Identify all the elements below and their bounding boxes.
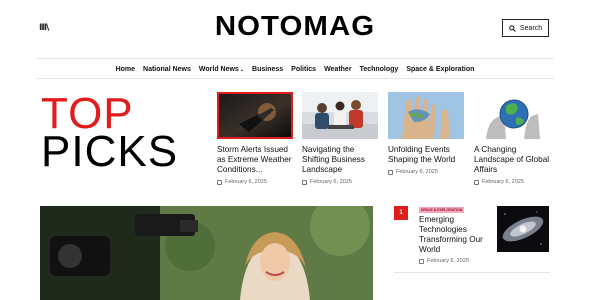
top-picks-heading: TOP PICKS xyxy=(41,92,178,174)
chevron-down-icon: ⌄ xyxy=(239,66,245,73)
article-thumbnail[interactable] xyxy=(302,92,378,139)
nav-item-national-news[interactable]: National News xyxy=(143,66,191,73)
article-thumbnail[interactable] xyxy=(217,92,293,139)
article-thumbnail[interactable] xyxy=(388,92,464,139)
article-date-text: February 6, 2025 xyxy=(310,179,352,185)
article-card[interactable]: Navigating the Shifting Business Landsca… xyxy=(302,92,378,185)
calendar-icon xyxy=(474,179,479,185)
sidebar-article-title[interactable]: Emerging Technologies Transforming Our W… xyxy=(419,215,489,255)
sidebar-article-thumbnail[interactable] xyxy=(497,206,549,252)
category-badge[interactable]: SPACE & EXPLORATION xyxy=(419,207,465,213)
search-icon xyxy=(509,24,516,32)
article-date-text: February 6, 2025 xyxy=(396,169,438,175)
calendar-icon xyxy=(388,169,393,175)
rank-number: 1 xyxy=(394,206,408,220)
article-thumbnail[interactable] xyxy=(474,92,550,139)
sidebar-article-date-text: February 6, 2025 xyxy=(427,258,469,264)
nav-item-politics[interactable]: Politics xyxy=(291,66,316,73)
article-date: February 6, 2025 xyxy=(302,179,378,185)
article-date: February 6, 2025 xyxy=(388,169,464,175)
article-date: February 6, 2025 xyxy=(474,179,550,185)
article-title[interactable]: A Changing Landscape of Global Affairs xyxy=(474,145,550,175)
nav-item-space-exploration[interactable]: Space & Exploration xyxy=(406,66,474,73)
nav-item-technology[interactable]: Technology xyxy=(360,66,399,73)
article-date-text: February 6, 2025 xyxy=(225,179,267,185)
search-button[interactable]: Search xyxy=(502,19,549,37)
nav-item-business[interactable]: Business xyxy=(252,66,283,73)
header-divider xyxy=(36,58,554,59)
article-card[interactable]: Storm Alerts Issued as Extreme Weather C… xyxy=(217,92,293,185)
main-nav: Home National News World News⌄ Business … xyxy=(0,60,590,78)
sidebar-divider xyxy=(394,272,550,273)
nav-item-world-news-label: World News xyxy=(198,65,239,73)
article-date-text: February 6, 2025 xyxy=(482,179,524,185)
calendar-icon xyxy=(419,258,424,264)
article-card[interactable]: A Changing Landscape of Global Affairs F… xyxy=(474,92,550,185)
search-label: Search xyxy=(519,24,543,32)
calendar-icon xyxy=(217,179,222,185)
article-card[interactable]: Unfolding Events Shaping the World Febru… xyxy=(388,92,464,175)
top-picks-line1: TOP xyxy=(41,89,134,138)
nav-item-weather[interactable]: Weather xyxy=(324,66,352,73)
nav-item-home[interactable]: Home xyxy=(116,66,135,73)
nav-item-world-news[interactable]: World News⌄ xyxy=(199,66,244,73)
site-header: III\ NOTOMAG Search xyxy=(0,0,590,58)
article-title[interactable]: Unfolding Events Shaping the World xyxy=(388,145,464,165)
article-date: February 6, 2025 xyxy=(217,179,293,185)
nav-divider xyxy=(36,78,554,79)
sidebar-article-date: February 6, 2025 xyxy=(419,258,469,264)
top-picks-line2: PICKS xyxy=(41,127,179,176)
featured-article-image[interactable] xyxy=(40,206,373,300)
calendar-icon xyxy=(302,179,307,185)
article-title[interactable]: Navigating the Shifting Business Landsca… xyxy=(302,145,378,175)
article-title[interactable]: Storm Alerts Issued as Extreme Weather C… xyxy=(217,145,293,175)
